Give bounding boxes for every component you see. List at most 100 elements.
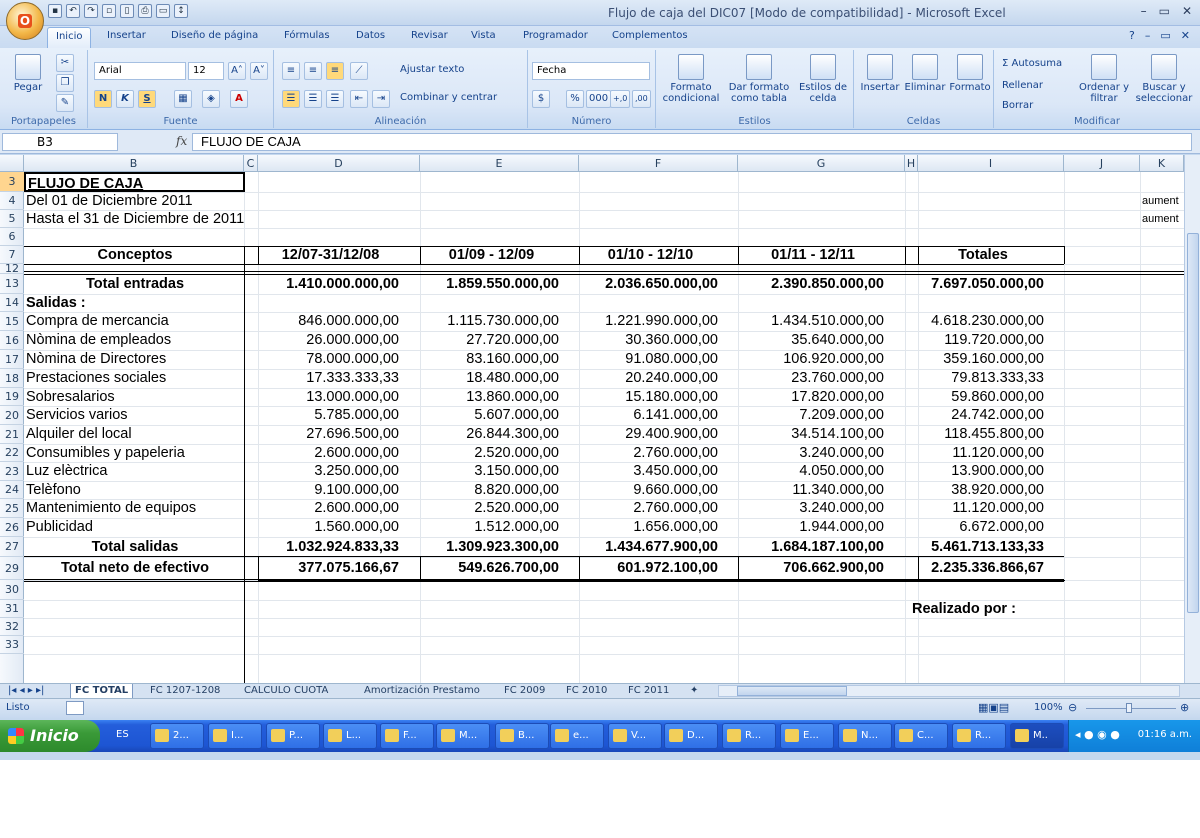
concept-cell[interactable]: Luz elèctrica (26, 462, 244, 481)
value-cell[interactable]: 2.520.000,00 (424, 499, 559, 518)
row-header[interactable]: 20 (0, 406, 24, 425)
total-entradas-value[interactable]: 2.390.850.000,00 (742, 274, 884, 294)
row-header[interactable]: 4 (0, 192, 24, 210)
sort-filter-button[interactable]: Ordenar y filtrar (1078, 54, 1130, 104)
tab-programador[interactable]: Programador (523, 30, 588, 41)
concept-cell[interactable]: Compra de mercancia (26, 312, 244, 331)
value-cell[interactable]: 1.656.000,00 (583, 518, 718, 537)
language-indicator[interactable]: ES (116, 729, 129, 740)
value-cell[interactable]: 4.050.000,00 (742, 462, 884, 481)
sheet-tab-fc-2010[interactable]: FC 2010 (562, 684, 611, 699)
macro-record-icon[interactable] (66, 701, 84, 715)
value-cell[interactable]: 3.150.000,00 (424, 462, 559, 481)
row-header[interactable]: 27 (0, 537, 24, 557)
total-neto-value[interactable]: 706.662.900,00 (742, 557, 884, 580)
undo-icon[interactable]: ↶ (66, 4, 80, 18)
font-size-select[interactable]: 12 (188, 62, 224, 80)
taskbar-button[interactable]: e... (550, 723, 604, 749)
taskbar-button[interactable]: V... (608, 723, 662, 749)
align-bottom-icon[interactable]: ≡ (326, 62, 344, 80)
total-salidas-value[interactable]: 1.684.187.100,00 (742, 537, 884, 557)
total-neto-value[interactable]: 601.972.100,00 (583, 557, 718, 580)
tab-insertar[interactable]: Insertar (107, 30, 146, 41)
total-entradas-value[interactable]: 1.859.550.000,00 (424, 274, 559, 294)
name-box[interactable]: B3 (2, 133, 118, 151)
conditional-format-button[interactable]: Formato condicional (660, 54, 722, 104)
taskbar-button[interactable]: 2... (150, 723, 204, 749)
taskbar-button[interactable]: M.. (1010, 723, 1064, 749)
total-entradas-value[interactable]: 7.697.050.000,00 (922, 274, 1044, 294)
open-icon[interactable]: ▭ (156, 4, 170, 18)
thousands-button[interactable]: 000 (586, 90, 612, 108)
column-header-g[interactable]: G (738, 155, 905, 172)
value-cell[interactable]: 20.240.000,00 (583, 369, 718, 388)
value-cell[interactable]: 7.209.000,00 (742, 406, 884, 425)
currency-icon[interactable]: $ (532, 90, 550, 108)
row-header[interactable]: 18 (0, 369, 24, 388)
formula-input[interactable]: FLUJO DE CAJA (192, 133, 1192, 151)
row-header[interactable]: 16 (0, 331, 24, 350)
row-header[interactable]: 30 (0, 580, 24, 600)
orientation-icon[interactable]: ⟋ (350, 62, 368, 80)
note-cell[interactable]: aument (1142, 192, 1184, 210)
align-left-icon[interactable]: ☰ (282, 90, 300, 108)
value-cell[interactable]: 5.785.000,00 (262, 406, 399, 425)
value-cell[interactable]: 26.000.000,00 (262, 331, 399, 350)
cell-styles-button[interactable]: Estilos de celda (796, 54, 850, 104)
column-header-c[interactable]: C (244, 155, 258, 172)
print-icon[interactable]: ⎙ (138, 4, 152, 18)
copy-icon[interactable]: ❐ (56, 74, 74, 92)
value-cell[interactable]: 27.696.500,00 (262, 425, 399, 444)
autosum-button[interactable]: Σ Autosuma (1002, 58, 1062, 69)
value-cell[interactable]: 2.520.000,00 (424, 444, 559, 462)
row-header[interactable]: 31 (0, 600, 24, 618)
format-cells-button[interactable]: Formato (948, 54, 992, 93)
increase-decimal-button[interactable]: +,0 (610, 90, 631, 108)
value-cell[interactable]: 1.221.990.000,00 (583, 312, 718, 331)
header-cell[interactable]: 01/10 - 12/10 (583, 246, 718, 264)
value-cell[interactable]: 30.360.000,00 (583, 331, 718, 350)
value-cell[interactable]: 24.742.000,00 (922, 406, 1044, 425)
total-neto-value[interactable]: 549.626.700,00 (424, 557, 559, 580)
value-cell[interactable]: 119.720.000,00 (922, 331, 1044, 350)
align-right-icon[interactable]: ☰ (326, 90, 344, 108)
value-cell[interactable]: 9.660.000,00 (583, 481, 718, 499)
increase-indent-icon[interactable]: ⇥ (372, 90, 390, 108)
value-cell[interactable]: 29.400.900,00 (583, 425, 718, 444)
total-entradas-label[interactable]: Total entradas (26, 274, 244, 294)
value-cell[interactable]: 17.333.333,33 (262, 369, 399, 388)
clear-button[interactable]: Borrar (1002, 100, 1033, 111)
concept-cell[interactable]: Mantenimiento de equipos (26, 499, 244, 518)
concept-cell[interactable]: Nòmina de Directores (26, 350, 244, 369)
taskbar-button[interactable]: I... (208, 723, 262, 749)
header-cell[interactable]: Totales (922, 246, 1044, 264)
row-header[interactable]: 29 (0, 557, 24, 580)
concept-cell[interactable]: Alquiler del local (26, 425, 244, 444)
concept-cell[interactable]: Sobresalarios (26, 388, 244, 406)
row-header[interactable]: 19 (0, 388, 24, 406)
row-header[interactable]: 6 (0, 228, 24, 246)
start-button[interactable]: Inicio (0, 720, 100, 752)
align-middle-icon[interactable]: ≡ (304, 62, 322, 80)
value-cell[interactable]: 8.820.000,00 (424, 481, 559, 499)
header-cell[interactable]: Conceptos (26, 246, 244, 264)
tab-complementos[interactable]: Complementos (612, 30, 688, 41)
value-cell[interactable]: 118.455.800,00 (922, 425, 1044, 444)
taskbar-button[interactable]: N... (838, 723, 892, 749)
office-button[interactable]: O (6, 2, 44, 40)
concept-cell[interactable]: Servicios varios (26, 406, 244, 425)
close-button[interactable]: ✕ (1182, 4, 1192, 18)
select-all-corner[interactable] (0, 155, 24, 172)
total-salidas-value[interactable]: 5.461.713.133,33 (922, 537, 1044, 557)
align-center-icon[interactable]: ☰ (304, 90, 322, 108)
value-cell[interactable]: 11.340.000,00 (742, 481, 884, 499)
value-cell[interactable]: 106.920.000,00 (742, 350, 884, 369)
tab-datos[interactable]: Datos (356, 30, 385, 41)
value-cell[interactable]: 35.640.000,00 (742, 331, 884, 350)
value-cell[interactable]: 17.820.000,00 (742, 388, 884, 406)
zoom-in-icon[interactable]: ⊕ (1180, 701, 1189, 714)
scroll-thumb[interactable] (1187, 233, 1199, 613)
shrink-font-button[interactable]: A˅ (250, 62, 268, 80)
fill-color-icon[interactable]: ◈ (202, 90, 220, 108)
value-cell[interactable]: 38.920.000,00 (922, 481, 1044, 499)
